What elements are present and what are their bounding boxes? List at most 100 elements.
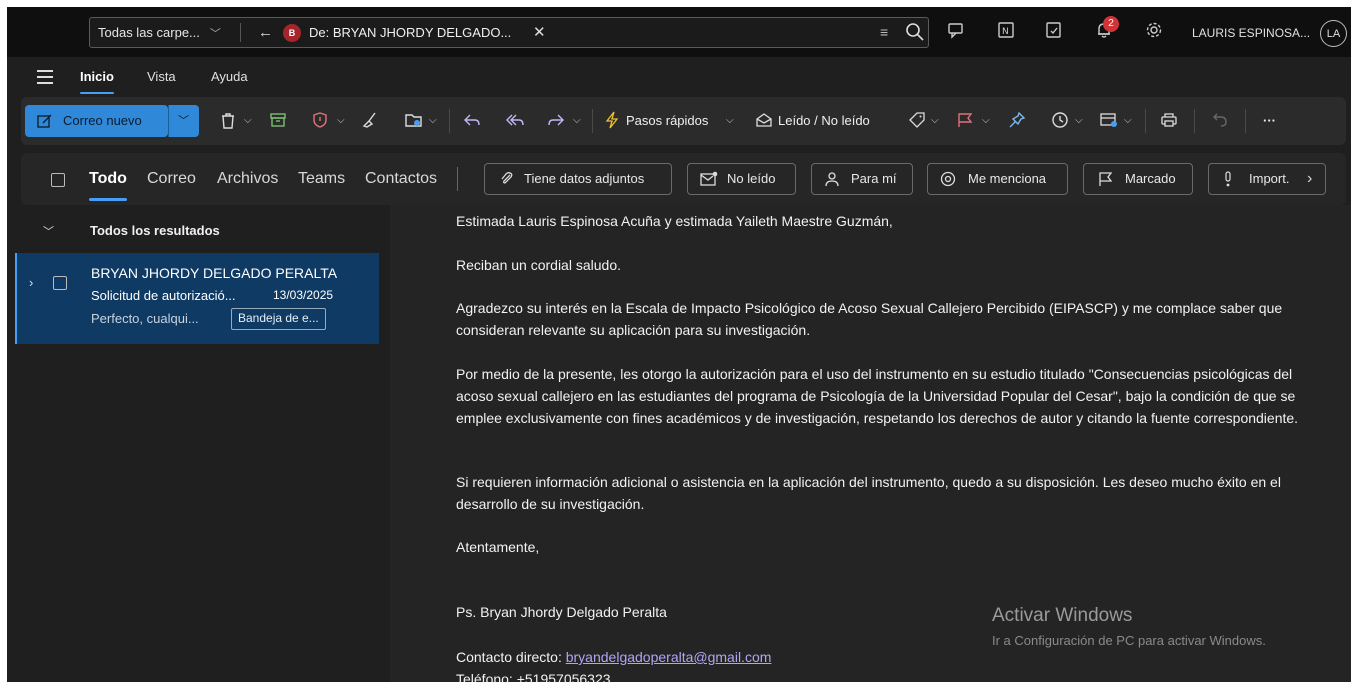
- filter-flagged-pill[interactable]: Marcado: [1083, 163, 1193, 195]
- chevron-down-icon[interactable]: ⌵: [931, 97, 939, 145]
- chat-icon[interactable]: [947, 21, 965, 44]
- chevron-down-icon[interactable]: ﹀: [43, 223, 54, 239]
- delete-icon[interactable]: [219, 111, 237, 136]
- select-all-checkbox[interactable]: [51, 173, 65, 187]
- message-closing: Atentamente,: [456, 539, 540, 555]
- results-group-header[interactable]: Todos los resultados: [90, 223, 220, 238]
- onenote-icon[interactable]: N: [997, 21, 1015, 44]
- lightning-icon: [604, 111, 620, 134]
- message-paragraph: Por medio de la presente, les otorgo la …: [456, 366, 1299, 426]
- contact-label: Contacto directo:: [456, 649, 562, 665]
- chevron-down-icon[interactable]: ⌵: [726, 97, 734, 145]
- tab-contactos[interactable]: Contactos: [365, 153, 437, 205]
- chevron-down-icon: ﹀: [178, 115, 189, 127]
- message-paragraph: Agradezco su interés en la Escala de Imp…: [456, 300, 1283, 338]
- chevron-down-icon[interactable]: ⌵: [429, 97, 437, 145]
- divider: [592, 109, 593, 133]
- folder-badge: Bandeja de e...: [231, 308, 326, 330]
- chevron-down-icon[interactable]: ⌵: [244, 97, 252, 145]
- tab-teams[interactable]: Teams: [298, 153, 345, 205]
- menu-vista[interactable]: Vista: [147, 57, 176, 97]
- forward-icon[interactable]: [547, 111, 565, 134]
- read-unread-button[interactable]: Leído / No leído: [778, 97, 870, 145]
- ribbon-toolbar: Correo nuevo ﹀ ⌵ ⌵ ⌵ ⌵ Pasos rápidos ⌵ L…: [21, 97, 1346, 145]
- menu-inicio[interactable]: Inicio: [80, 57, 114, 97]
- user-name[interactable]: LAURIS ESPINOSA...: [1192, 7, 1310, 59]
- pill-label: Marcado: [1125, 171, 1176, 186]
- back-arrow-icon[interactable]: ←: [258, 18, 273, 47]
- quick-steps-button[interactable]: Pasos rápidos: [626, 97, 708, 145]
- person-icon: [825, 172, 839, 187]
- gear-icon[interactable]: [1145, 21, 1163, 44]
- clock-icon[interactable]: [1051, 111, 1069, 134]
- filter-icon[interactable]: ≡: [880, 18, 888, 47]
- reading-pane: Estimada Lauris Espinosa Acuña y estimad…: [390, 205, 1351, 682]
- divider: [1194, 109, 1195, 133]
- divider: [449, 109, 450, 133]
- message-checkbox[interactable]: [53, 276, 67, 290]
- search-box[interactable]: Todas las carpe... ﹀ ← B De: BRYAN JHORDY…: [89, 17, 929, 48]
- svg-text:N: N: [1002, 27, 1009, 37]
- tab-todo[interactable]: Todo: [89, 153, 127, 205]
- filter-unread-pill[interactable]: No leído: [687, 163, 796, 195]
- move-to-icon[interactable]: [404, 111, 424, 134]
- message-paragraph: Reciban un cordial saludo.: [456, 257, 621, 273]
- pin-icon[interactable]: [1008, 111, 1026, 134]
- compose-icon: [37, 114, 52, 128]
- message-greeting: Estimada Lauris Espinosa Acuña y estimad…: [456, 213, 893, 229]
- chevron-down-icon[interactable]: ⌵: [982, 97, 990, 145]
- new-mail-dropdown[interactable]: ﹀: [168, 105, 199, 137]
- folder-scope-dropdown[interactable]: Todas las carpe... ﹀: [98, 18, 221, 47]
- print-icon[interactable]: [1160, 111, 1178, 134]
- message-preview: Perfecto, cualqui...: [91, 311, 199, 326]
- tasks-icon[interactable]: [1045, 21, 1063, 44]
- new-mail-button[interactable]: Correo nuevo ﹀: [25, 105, 199, 137]
- archive-icon[interactable]: [269, 111, 287, 134]
- divider: [1245, 109, 1246, 133]
- user-avatar[interactable]: LA: [1320, 20, 1347, 47]
- chevron-down-icon[interactable]: ⌵: [1075, 97, 1083, 145]
- list-item[interactable]: › BRYAN JHORDY DELGADO PERALTA Solicitud…: [15, 253, 379, 344]
- title-bar: Todas las carpe... ﹀ ← B De: BRYAN JHORDY…: [7, 7, 1351, 57]
- tag-icon[interactable]: [908, 111, 926, 134]
- activation-watermark-subtitle: Ir a Configuración de PC para activar Wi…: [992, 633, 1266, 648]
- chevron-right-icon[interactable]: ›: [29, 275, 33, 290]
- pill-label: Para mí: [851, 171, 897, 186]
- reply-all-icon[interactable]: [505, 111, 525, 134]
- message-subject: Solicitud de autorizació...: [91, 288, 236, 303]
- tab-archivos[interactable]: Archivos: [217, 153, 278, 205]
- chevron-down-icon[interactable]: ⌵: [337, 97, 345, 145]
- envelope-open-icon: [755, 111, 773, 134]
- hamburger-menu-icon[interactable]: [37, 70, 53, 88]
- search-term[interactable]: De: BRYAN JHORDY DELGADO...: [309, 18, 511, 47]
- rules-icon[interactable]: [1099, 111, 1119, 134]
- undo-icon[interactable]: [1211, 111, 1229, 134]
- filter-to-me-pill[interactable]: Para mí: [811, 163, 913, 195]
- flag-icon: [1099, 172, 1113, 186]
- exclamation-icon: [1225, 171, 1231, 187]
- message-list: ﹀ Todos los resultados › BRYAN JHORDY DE…: [7, 205, 379, 682]
- divider: [1145, 109, 1146, 133]
- chevron-right-icon[interactable]: ›: [1307, 153, 1312, 205]
- flag-icon[interactable]: [956, 111, 974, 134]
- contact-email-link[interactable]: bryandelgadoperalta@gmail.com: [566, 649, 772, 665]
- person-avatar: B: [283, 24, 301, 42]
- filter-attachments-pill[interactable]: Tiene datos adjuntos: [484, 163, 672, 195]
- search-icon[interactable]: [905, 22, 925, 47]
- new-mail-label: Correo nuevo: [63, 113, 142, 128]
- activation-watermark-title: Activar Windows: [992, 605, 1133, 626]
- pill-label: Tiene datos adjuntos: [524, 171, 645, 186]
- chevron-down-icon[interactable]: ⌵: [1124, 97, 1132, 145]
- clear-search-icon[interactable]: ✕: [533, 18, 546, 47]
- menu-bar: Inicio Vista Ayuda: [7, 57, 1351, 95]
- more-options-button[interactable]: ···: [1263, 97, 1276, 145]
- chevron-down-icon[interactable]: ⌵: [573, 97, 581, 145]
- sweep-icon[interactable]: [361, 111, 379, 134]
- menu-ayuda[interactable]: Ayuda: [211, 57, 248, 97]
- filter-mentions-pill[interactable]: Me menciona: [927, 163, 1068, 195]
- report-shield-icon[interactable]: [311, 111, 329, 134]
- paperclip-icon: [501, 172, 513, 184]
- reply-icon[interactable]: [463, 111, 481, 134]
- folder-scope-label: Todas las carpe...: [98, 25, 200, 40]
- tab-correo[interactable]: Correo: [147, 153, 196, 205]
